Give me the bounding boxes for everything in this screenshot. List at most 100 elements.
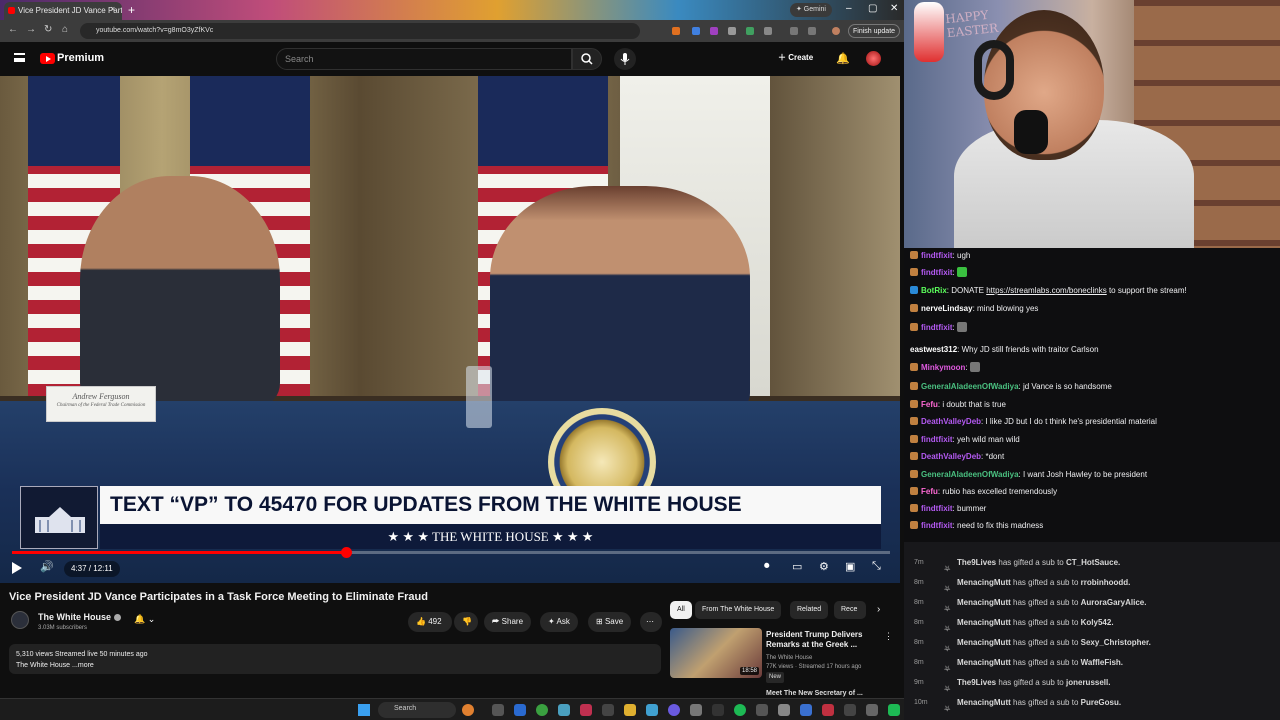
extensions-puzzle-icon[interactable] <box>764 27 772 35</box>
gifter-name[interactable]: MenacingMutt <box>957 698 1011 707</box>
ask-button[interactable]: ✦ Ask <box>540 612 578 632</box>
related-more-icon[interactable]: ⋮ <box>884 631 893 642</box>
channel-name[interactable]: The White House <box>38 612 122 622</box>
taskbar-app-icon[interactable] <box>756 704 768 716</box>
recipient-name[interactable]: CT_HotSauce. <box>1066 558 1120 567</box>
search-button[interactable] <box>572 48 602 70</box>
search-input[interactable]: Search <box>276 48 572 70</box>
captions-icon[interactable]: ▭ <box>792 560 802 573</box>
more-actions-button[interactable]: ⋯ <box>640 612 662 632</box>
dislike-button[interactable]: 👎 <box>454 612 478 632</box>
chat-username[interactable]: findtfixit <box>921 251 953 260</box>
forward-icon[interactable]: → <box>26 24 36 35</box>
taskbar-app-icon[interactable] <box>822 704 834 716</box>
video-player[interactable]: Andrew Ferguson Chairman of the Federal … <box>0 76 900 583</box>
chat-username[interactable]: Minkymoon <box>921 363 965 372</box>
autoplay-toggle-icon[interactable]: ⏺ <box>764 560 770 573</box>
reload-icon[interactable]: ↻ <box>44 24 52 35</box>
obs-icon[interactable] <box>580 704 592 716</box>
address-bar[interactable]: youtube.com/watch?v=g8mO3yZfKVc <box>80 23 640 39</box>
taskbar-app-icon[interactable] <box>866 704 878 716</box>
youtube-logo-icon[interactable] <box>40 53 55 64</box>
new-tab-button[interactable]: + <box>128 3 135 17</box>
extension-icon[interactable] <box>672 27 680 35</box>
share-button[interactable]: ⮫ Share <box>484 612 532 632</box>
taskbar-app-icon[interactable] <box>800 704 812 716</box>
edge-icon[interactable] <box>514 704 526 716</box>
recipient-name[interactable]: PureGosu. <box>1081 698 1121 707</box>
chat-username[interactable]: GeneralAladeenOfWadiya <box>921 470 1019 479</box>
chat-username[interactable]: DeathValleyDeb <box>921 452 981 461</box>
task-view-icon[interactable] <box>492 704 504 716</box>
maximize-button[interactable]: ▢ <box>868 3 877 14</box>
file-explorer-icon[interactable] <box>624 704 636 716</box>
chat-username[interactable]: DeathValleyDeb <box>921 417 981 426</box>
taskbar-app-icon[interactable] <box>646 704 658 716</box>
gifter-name[interactable]: MenacingMutt <box>957 658 1011 667</box>
taskbar-app-icon[interactable] <box>462 704 474 716</box>
related-video-title[interactable]: President Trump Delivers Remarks at the … <box>766 630 876 650</box>
profile-avatar[interactable] <box>832 27 840 35</box>
chat-username[interactable]: GeneralAladeenOfWadiya <box>921 382 1019 391</box>
chat-username[interactable]: findtfixit <box>921 323 953 332</box>
account-avatar[interactable] <box>866 51 881 66</box>
gifter-name[interactable]: The9Lives <box>957 558 996 567</box>
miniplayer-icon[interactable]: ▣ <box>845 560 855 573</box>
taskbar-app-icon[interactable] <box>690 704 702 716</box>
youtube-premium-brand[interactable]: Premium <box>57 52 104 64</box>
gifter-name[interactable]: MenacingMutt <box>957 638 1011 647</box>
chat-username[interactable]: findtfixit <box>921 268 953 277</box>
minimize-button[interactable]: – <box>846 3 852 14</box>
chat-username[interactable]: nerveLindsay <box>921 304 973 313</box>
recipient-name[interactable]: Koly542. <box>1081 618 1114 627</box>
extension-icon[interactable] <box>692 27 700 35</box>
chat-username[interactable]: Fefu <box>921 400 938 409</box>
play-icon[interactable] <box>12 562 22 574</box>
windows-start-icon[interactable] <box>358 704 370 716</box>
chip-from-channel[interactable]: From The White House <box>695 601 782 619</box>
gifter-name[interactable]: The9Lives <box>957 678 996 687</box>
close-window-button[interactable]: ✕ <box>890 3 898 14</box>
taskbar-app-icon[interactable] <box>888 704 900 716</box>
spotify-icon[interactable] <box>734 704 746 716</box>
chat-username[interactable]: findtfixit <box>921 435 953 444</box>
downloads-icon[interactable] <box>808 27 816 35</box>
recipient-name[interactable]: rrobinhoodd. <box>1081 578 1131 587</box>
fullscreen-icon[interactable]: ⤡ <box>872 560 881 573</box>
home-icon[interactable]: ⌂ <box>62 24 68 35</box>
back-icon[interactable]: ← <box>8 24 18 35</box>
chat-username[interactable]: findtfixit <box>921 504 953 513</box>
chip-recent[interactable]: Rece <box>834 601 866 619</box>
extension-icon[interactable] <box>710 27 718 35</box>
taskbar-app-icon[interactable] <box>844 704 856 716</box>
extension-icon[interactable] <box>728 27 736 35</box>
chat-username[interactable]: BotRix <box>921 286 947 295</box>
voice-search-button[interactable] <box>614 48 636 70</box>
taskbar-app-icon[interactable] <box>778 704 790 716</box>
volume-icon[interactable]: 🔊 <box>40 560 54 573</box>
next-related-video-title[interactable]: Meet The New Secretary of ... <box>766 690 863 697</box>
tab-close-icon[interactable]: × <box>110 4 115 14</box>
description-box[interactable]: 5,310 views Streamed live 50 minutes ago… <box>9 644 661 674</box>
taskbar-app-icon[interactable] <box>558 704 570 716</box>
discord-icon[interactable] <box>668 704 680 716</box>
chat-username[interactable]: eastwest312 <box>910 345 957 354</box>
taskbar-app-icon[interactable] <box>712 704 724 716</box>
subscription-bell-icon[interactable]: 🔔 ⌄ <box>134 614 155 625</box>
gifter-name[interactable]: MenacingMutt <box>957 618 1011 627</box>
channel-avatar[interactable] <box>11 611 29 629</box>
related-video-thumbnail[interactable]: 18:58 <box>670 628 762 678</box>
chrome-icon[interactable] <box>536 704 548 716</box>
save-button[interactable]: ⊞ Save <box>588 612 632 632</box>
chip-related[interactable]: Related <box>790 601 829 619</box>
taskbar-search[interactable]: Search <box>378 702 456 718</box>
chat-link[interactable]: https://streamlabs.com/boneclinks <box>986 286 1107 295</box>
like-button[interactable]: 👍 492 <box>408 612 452 632</box>
gemini-button[interactable]: ✦ Gemini <box>790 3 832 17</box>
progress-bar[interactable] <box>12 547 890 558</box>
recipient-name[interactable]: WaffleFish. <box>1081 658 1123 667</box>
gifter-name[interactable]: MenacingMutt <box>957 598 1011 607</box>
chat-username[interactable]: findtfixit <box>921 521 953 530</box>
recipient-name[interactable]: jonerussell. <box>1066 678 1110 687</box>
notifications-bell-icon[interactable]: 🔔 <box>836 52 850 65</box>
